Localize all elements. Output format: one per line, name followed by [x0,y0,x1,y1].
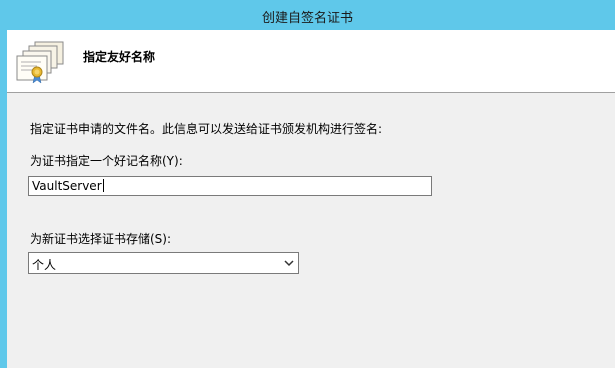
certificate-icon [15,40,67,84]
window-title: 创建自签名证书 [261,11,353,26]
title-bar[interactable]: 创建自签名证书 [0,0,615,30]
wizard-content: 指定证书申请的文件名。此信息可以发送给证书颁发机构进行签名: 为证书指定一个好记… [7,93,615,368]
friendly-name-input[interactable]: VaultServer [28,176,432,196]
text-caret [102,179,104,192]
friendly-name-value: VaultServer [32,179,102,193]
wizard-header: 指定友好名称 [7,30,615,93]
certificate-store-value: 个人 [32,258,57,272]
chevron-down-icon[interactable] [284,259,294,267]
page-title: 指定友好名称 [83,50,156,64]
friendly-name-label: 为证书指定一个好记名称(Y): [30,154,183,168]
window-frame-left [0,30,7,368]
certificate-store-select[interactable]: 个人 [28,252,299,274]
dialog-window: 创建自签名证书 指定友好名称 指定证书申请的文件名。此信息可以发送给证书颁发机构… [0,0,615,368]
certificate-store-label: 为新证书选择证书存储(S): [30,232,172,246]
description-text: 指定证书申请的文件名。此信息可以发送给证书颁发机构进行签名: [30,122,383,136]
